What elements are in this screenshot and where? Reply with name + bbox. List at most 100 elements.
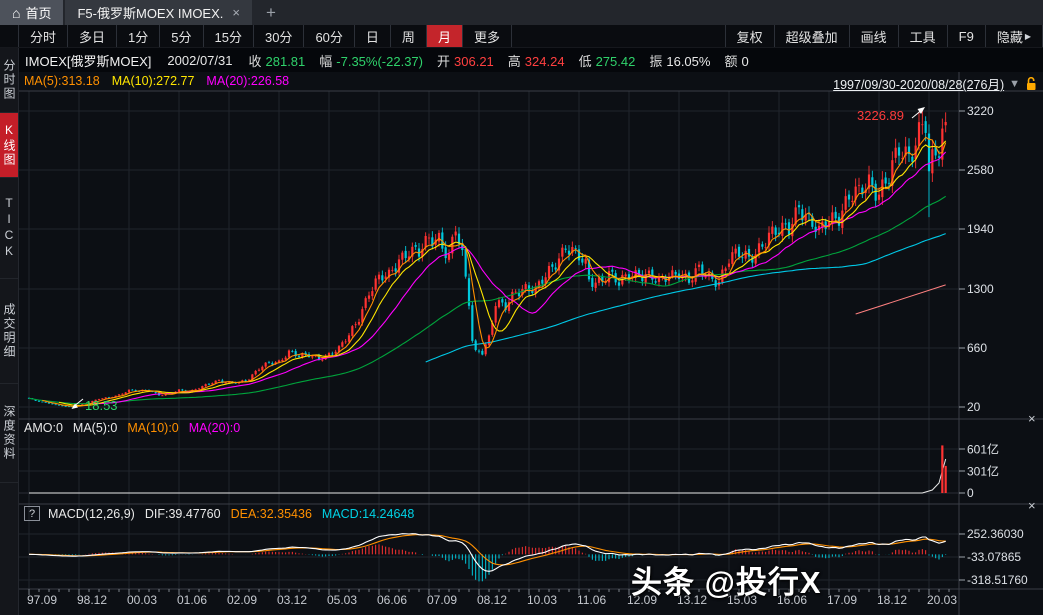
quote-field-label: 幅 (319, 54, 332, 69)
annotation-low-price: 18.53 (85, 398, 118, 413)
period-toolbar: 分时多日1分5分15分30分60分日周月更多 复权超级叠加画线工具F9隐藏▶ (0, 25, 1043, 48)
quote-field-label: 额 (724, 54, 737, 69)
price-axis-label: 1300 (967, 282, 994, 296)
tool-button-超级叠加[interactable]: 超级叠加 (775, 25, 850, 47)
macd-field-value: DEA:32.35436 (231, 507, 312, 521)
quote-field-高: 高324.24 (508, 54, 565, 69)
x-axis-label: 10.03 (527, 593, 557, 607)
tab-stock[interactable]: F5-俄罗斯MOEX IMOEX. × (65, 0, 252, 25)
volume-indicator-header: AMO:0MA(5):0MA(10):0MA(20):0 (24, 421, 250, 435)
x-axis-label: 17.09 (827, 593, 857, 607)
period-button-多日[interactable]: 多日 (68, 25, 117, 47)
period-button-周[interactable]: 周 (391, 25, 427, 47)
tab-home[interactable]: ⌂ 首页 (0, 0, 63, 25)
period-button-5分[interactable]: 5分 (160, 25, 203, 47)
ma-value: MA(10):272.77 (112, 74, 195, 88)
price-axis-label: 1940 (967, 222, 994, 236)
period-button-30分[interactable]: 30分 (254, 25, 304, 47)
x-axis-label: 97.09 (27, 593, 57, 607)
period-button-日[interactable]: 日 (355, 25, 391, 47)
ma-value: MA(20):226.58 (206, 74, 289, 88)
quote-field-label: 高 (508, 54, 521, 69)
submenu-arrow-icon: ▶ (1025, 32, 1031, 41)
sidebar-item-TICK[interactable]: TICK (0, 178, 18, 279)
quote-field-低: 低275.42 (579, 54, 636, 69)
quote-field-振: 振16.05% (649, 54, 710, 69)
x-axis-label: 98.12 (77, 593, 107, 607)
new-tab-button[interactable]: + (252, 0, 290, 25)
home-tab-label: 首页 (25, 3, 51, 22)
period-button-月[interactable]: 月 (427, 25, 463, 47)
ma-indicator-header: MA(5):313.18 MA(10):272.77 MA(20):226.58 (24, 74, 301, 88)
x-axis-label: 02.09 (227, 593, 257, 607)
tool-button-画线[interactable]: 画线 (850, 25, 899, 47)
sidebar-item-K线图[interactable]: K线图 (0, 113, 18, 178)
macd-field-value: DIF:39.47760 (145, 507, 221, 521)
period-button-分时[interactable]: 分时 (18, 25, 68, 47)
quote-field-value: 306.21 (454, 54, 494, 69)
x-axis-label: 20.03 (927, 593, 957, 607)
ma-value: MA(5):313.18 (24, 74, 100, 88)
period-button-更多[interactable]: 更多 (463, 25, 512, 47)
quote-date: 2002/07/31 (167, 53, 232, 68)
tool-button-label: 工具 (910, 27, 936, 46)
x-axis-label: 01.06 (177, 593, 207, 607)
sidebar-item-深度资料[interactable]: 深度资料 (0, 384, 18, 483)
tool-button-label: 隐藏 (997, 27, 1023, 46)
quote-fields: 收 281.81 幅 -7.35%(-22.37) 开306.21 高324.24 低275… (248, 51, 762, 70)
date-range-text[interactable]: 1997/09/30-2020/08/28(276月) (833, 74, 1004, 93)
macd-panel-close-icon[interactable]: × (1028, 500, 1036, 512)
tab-close-icon[interactable]: × (232, 5, 240, 20)
watermark: 头条 @投行X (631, 557, 822, 602)
quote-field-开: 开306.21 (437, 54, 494, 69)
price-axis-label: 20 (967, 400, 980, 414)
lock-icon[interactable] (1025, 77, 1038, 91)
x-axis-label: 05.03 (327, 593, 357, 607)
sidebar-item-分时图[interactable]: 分时图 (0, 48, 18, 113)
tool-button-隐藏[interactable]: 隐藏▶ (986, 25, 1043, 47)
quote-field-value: 16.05% (666, 54, 710, 69)
macd-help-button[interactable]: ? (24, 506, 40, 521)
sidebar-item-成交明细[interactable]: 成交明细 (0, 279, 18, 384)
date-range-selector[interactable]: 1997/09/30-2020/08/28(276月) ▼ (833, 74, 1038, 93)
info-bar: IMOEX[俄罗斯MOEX] 2002/07/31 收 281.81 幅 -7.35%… (19, 48, 1043, 72)
quote-field-value: 0 (741, 54, 748, 69)
macd-axis-label: 252.36030 (967, 527, 1024, 541)
price-axis-label: 2580 (967, 163, 994, 177)
kline-chart-canvas[interactable] (19, 72, 1043, 615)
period-button-1分[interactable]: 1分 (117, 25, 160, 47)
macd-values: MACD(12,26,9) DIF:39.47760 DEA:32.35436 MAC… (48, 507, 424, 521)
symbol-name: IMOEX[俄罗斯MOEX] (25, 51, 151, 70)
period-button-60分[interactable]: 60分 (304, 25, 354, 47)
tab-bar: ⌂ 首页 F5-俄罗斯MOEX IMOEX. × + (0, 0, 1043, 25)
macd-field-value: MACD:14.24648 (322, 507, 414, 521)
price-axis-label: 660 (967, 341, 987, 355)
volume-ma-value: MA(20):0 (189, 421, 240, 435)
tool-button-label: 复权 (737, 27, 763, 46)
macd-indicator-header: ? MACD(12,26,9)DIF:39.47760DEA:32.35436M… (24, 506, 424, 521)
volume-ma-value: AMO:0 (24, 421, 63, 435)
volume-panel-close-icon[interactable]: × (1028, 413, 1036, 425)
quote-field-label: 收 (248, 54, 261, 69)
quote-field-value: 281.81 (266, 54, 306, 69)
period-button-group: 分时多日1分5分15分30分60分日周月更多 (18, 25, 512, 47)
tab-title: F5-俄罗斯MOEX IMOEX. (77, 3, 223, 22)
tool-button-label: 超级叠加 (786, 27, 838, 46)
tool-button-F9[interactable]: F9 (948, 25, 986, 47)
tool-button-label: 画线 (861, 27, 887, 46)
right-column: IMOEX[俄罗斯MOEX] 2002/07/31 收 281.81 幅 -7.35%… (19, 48, 1043, 615)
x-axis-label: 08.12 (477, 593, 507, 607)
x-axis-label: 11.06 (577, 593, 606, 607)
range-dropdown-icon[interactable]: ▼ (1009, 78, 1020, 90)
tool-button-复权[interactable]: 复权 (725, 25, 775, 47)
quote-field-收: 收 281.81 (248, 54, 305, 69)
quote-field-value: -7.35%(-22.37) (336, 54, 423, 69)
period-button-15分[interactable]: 15分 (204, 25, 254, 47)
x-axis-label: 18.12 (877, 593, 907, 607)
chart-area: MA(5):313.18 MA(10):272.77 MA(20):226.58 1… (19, 72, 1043, 615)
tool-button-工具[interactable]: 工具 (899, 25, 948, 47)
quote-field-额: 额0 (724, 54, 748, 69)
macd-field-value: MACD(12,26,9) (48, 507, 135, 521)
annotation-peak-price: 3226.89 (857, 108, 904, 123)
x-axis-label: 06.06 (377, 593, 407, 607)
